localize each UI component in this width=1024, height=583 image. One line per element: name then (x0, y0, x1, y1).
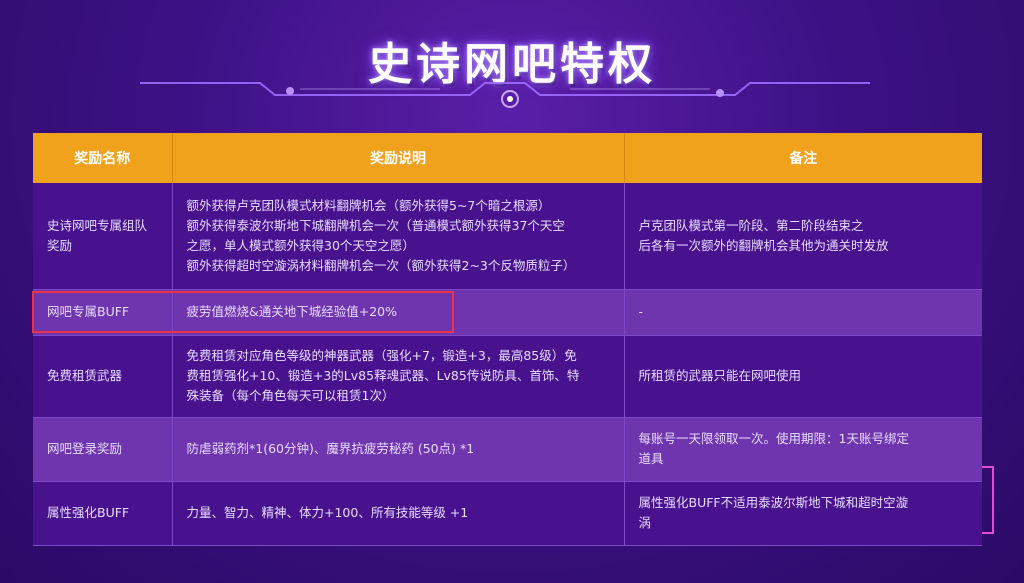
table-header-row: 奖励名称 奖励说明 备注 (33, 133, 982, 183)
note-line: - (638, 304, 644, 319)
reward-note: 属性强化BUFF不适用泰波尔斯地下城和超时空漩 涡 (624, 481, 982, 546)
reward-desc: 额外获得卢克团队模式材料翻牌机会（额外获得5~7个暗之根源） 额外获得泰波尔斯地… (172, 183, 625, 290)
note-line: 每账号一天限领取一次。使用期限：1天账号绑定 (638, 431, 909, 446)
reward-note: 每账号一天限领取一次。使用期限：1天账号绑定 道具 (624, 417, 982, 482)
desc-line: 额外获得泰波尔斯地下城翻牌机会一次（普通模式额外获得37个天空 (186, 217, 565, 233)
reward-name: 属性强化BUFF (33, 481, 173, 546)
reward-desc: 防虐弱药剂*1(60分钟)、魔界抗疲劳秘药 (50点) *1 (172, 417, 625, 482)
note-line: 属性强化BUFF不适用泰波尔斯地下城和超时空漩 (638, 495, 909, 510)
table-row: 免费租赁武器 免费租赁对应角色等级的神器武器（强化+7，锻造+3，最高85级）免… (33, 335, 982, 418)
table-row: 网吧登录奖励 防虐弱药剂*1(60分钟)、魔界抗疲劳秘药 (50点) *1 每账… (33, 417, 982, 482)
note-line: 道具 (638, 451, 664, 466)
desc-line: 额外获得卢克团队模式材料翻牌机会（额外获得5~7个暗之根源） (186, 197, 551, 213)
table-row: 史诗网吧专属组队奖励 额外获得卢克团队模式材料翻牌机会（额外获得5~7个暗之根源… (33, 183, 982, 290)
reward-name: 史诗网吧专属组队奖励 (33, 183, 173, 290)
desc-line: 殊装备（每个角色每天可以租赁1次） (186, 388, 395, 403)
reward-desc: 免费租赁对应角色等级的神器武器（强化+7，锻造+3，最高85级）免 费租赁强化+… (172, 335, 625, 418)
desc-line: 额外获得超时空漩涡材料翻牌机会一次（额外获得2~3个反物质粒子） (186, 257, 576, 273)
header-note: 备注 (624, 133, 982, 183)
note-line: 所租赁的武器只能在网吧使用 (638, 368, 802, 383)
table-row: 属性强化BUFF 力量、智力、精神、体力+100、所有技能等级 +1 属性强化B… (33, 481, 982, 546)
reward-note: - (624, 289, 982, 336)
circuit-divider-decoration (140, 82, 870, 108)
reward-note: 卢克团队模式第一阶段、第二阶段结束之 后各有一次额外的翻牌机会其他为通关时发放 (624, 183, 982, 290)
desc-line: 免费租赁对应角色等级的神器武器（强化+7，锻造+3，最高85级）免 (186, 348, 577, 363)
reward-name: 网吧登录奖励 (33, 417, 173, 482)
note-line: 涡 (638, 515, 652, 530)
reward-name: 免费租赁武器 (33, 335, 173, 418)
note-line: 后各有一次额外的翻牌机会其他为通关时发放 (638, 237, 889, 253)
reward-note: 所租赁的武器只能在网吧使用 (624, 335, 982, 418)
desc-line: 费租赁强化+10、锻造+3的Lv85释魂武器、Lv85传说防具、首饰、特 (186, 368, 580, 383)
reward-desc: 力量、智力、精神、体力+100、所有技能等级 +1 (172, 481, 625, 546)
header-reward-name: 奖励名称 (33, 133, 173, 183)
rewards-table: 奖励名称 奖励说明 备注 史诗网吧专属组队奖励 额外获得卢克团队模式材料翻牌机会… (33, 133, 982, 546)
highlight-annotation-box (32, 291, 454, 333)
note-line: 卢克团队模式第一阶段、第二阶段结束之 (638, 217, 864, 233)
header-reward-desc: 奖励说明 (172, 133, 625, 183)
bracket-annotation (982, 466, 994, 534)
desc-line: 防虐弱药剂*1(60分钟)、魔界抗疲劳秘药 (50点) *1 (186, 441, 475, 456)
desc-line: 之愿，单人模式额外获得30个天空之愿） (186, 237, 415, 253)
desc-line: 力量、智力、精神、体力+100、所有技能等级 +1 (186, 505, 469, 520)
